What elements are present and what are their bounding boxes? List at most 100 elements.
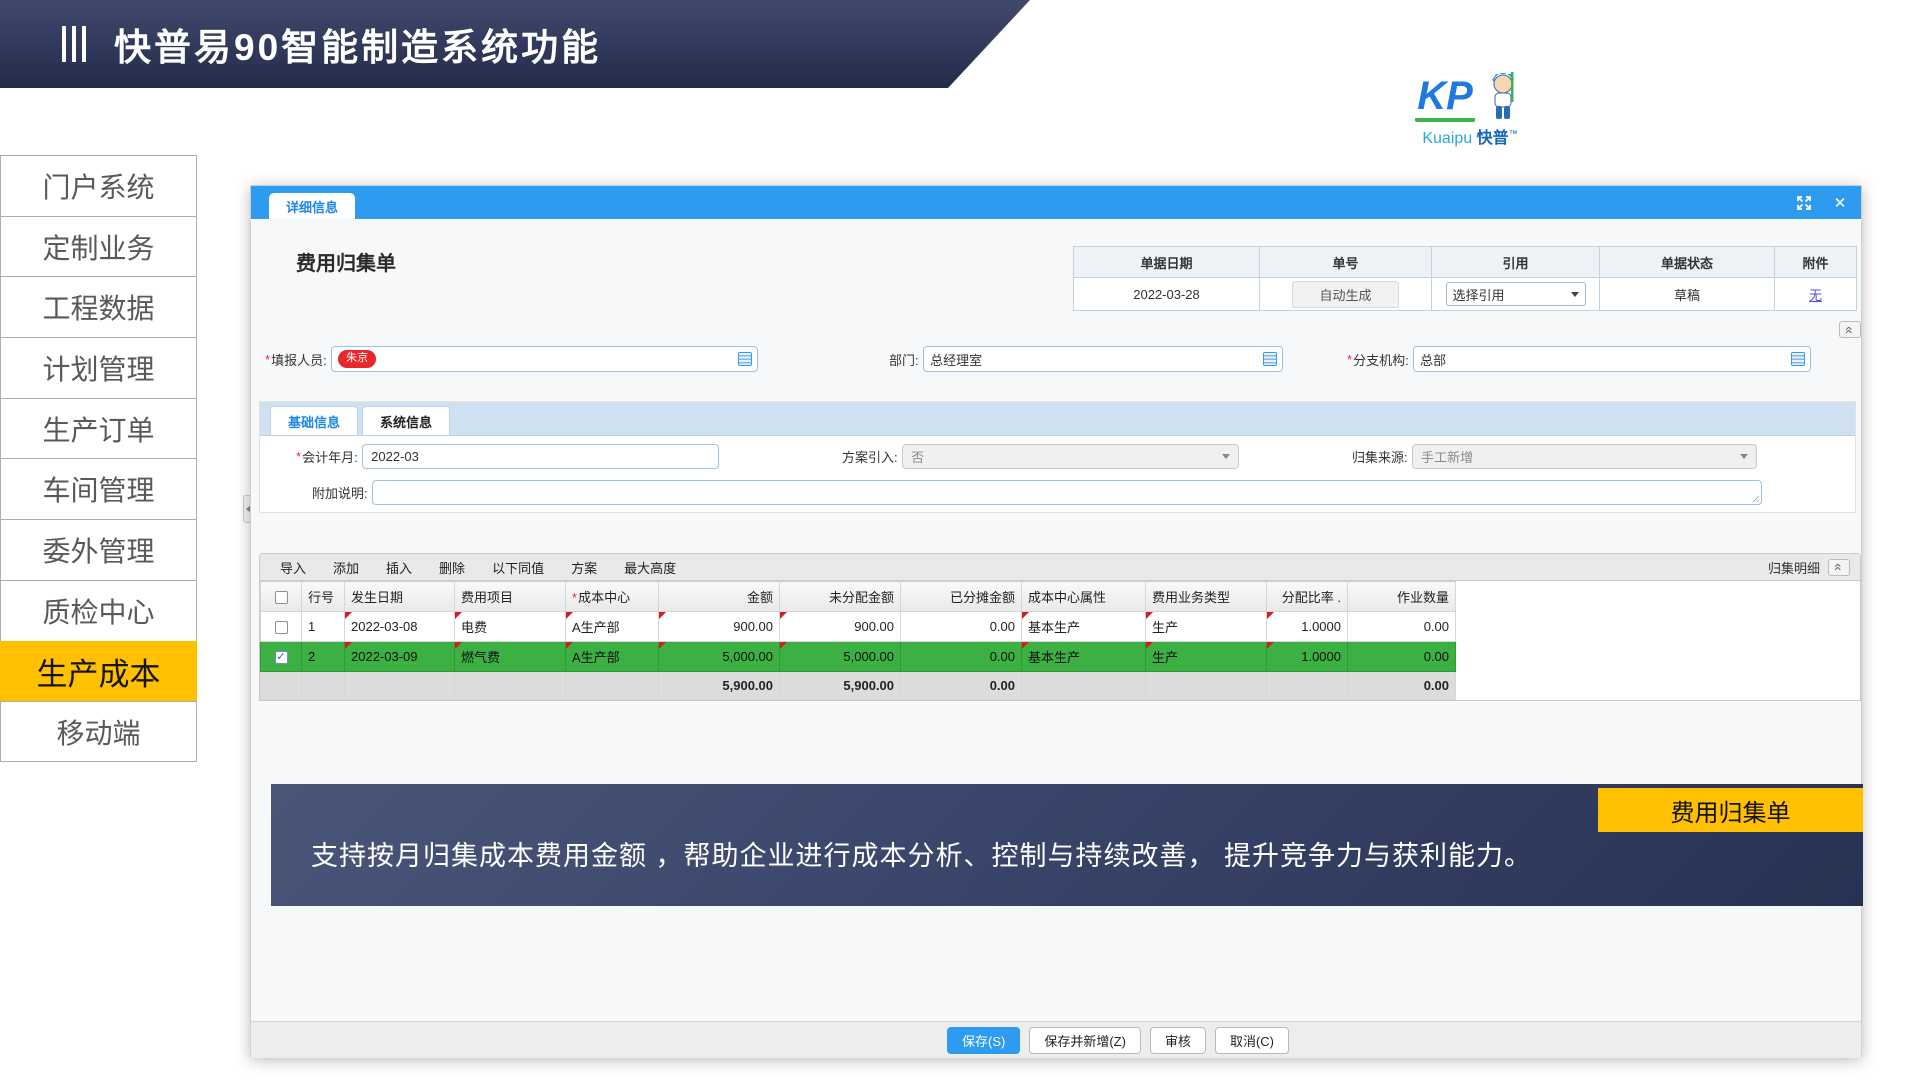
toolbar-add[interactable]: 添加	[333, 558, 359, 577]
header-collapse-button[interactable]	[1839, 321, 1861, 338]
plan-label: 方案引入:	[842, 447, 898, 466]
grid-row-1[interactable]: 1 2022-03-08 电费 A生产部 900.00 900.00 0.00 …	[261, 612, 1456, 642]
total-qty: 0.00	[1348, 672, 1456, 700]
grid-collapse-button[interactable]	[1828, 559, 1850, 576]
info-col-date: 单据日期	[1074, 247, 1260, 278]
reference-cell: 选择引用	[1432, 278, 1600, 311]
toolbar-plan[interactable]: 方案	[571, 558, 597, 577]
audit-button[interactable]: 审核	[1150, 1027, 1206, 1054]
grid-toolbar: 导入 添加 插入 删除 以下同值 方案 最大高度 归集明细	[260, 554, 1860, 581]
department-label: 部门:	[889, 350, 919, 369]
period-label: 会计年月:	[302, 447, 358, 466]
plan-field-group: 方案引入: 否	[842, 444, 1239, 469]
sidebar-item-mobile[interactable]: 移动端	[0, 701, 197, 762]
col-biz-type[interactable]: 费用业务类型	[1146, 582, 1267, 612]
department-browse-icon[interactable]	[1263, 352, 1277, 366]
mascot-icon	[1481, 70, 1525, 122]
sidebar-item-planning[interactable]: 计划管理	[0, 337, 197, 398]
tab-base-info[interactable]: 基础信息	[270, 406, 358, 435]
col-center-attr[interactable]: 成本中心属性	[1022, 582, 1146, 612]
total-allocated: 0.00	[901, 672, 1022, 700]
slide: 快普易90智能制造系统功能 KP Kuaipu 快普™ 门户系统 定制业务 工程…	[0, 0, 1920, 1080]
sidebar-item-quality[interactable]: 质检中心	[0, 580, 197, 641]
note-input[interactable]	[372, 480, 1762, 505]
period-field-group: * 会计年月: 2022-03	[296, 444, 719, 469]
source-field-group: 归集来源: 手工新增	[1352, 444, 1757, 469]
branch-label: 分支机构:	[1353, 350, 1409, 369]
sidebar-item-outsourcing[interactable]: 委外管理	[0, 519, 197, 580]
save-and-new-button[interactable]: 保存并新增(Z)	[1029, 1027, 1141, 1054]
caption-badge: 费用归集单	[1598, 788, 1863, 832]
sidebar-item-custom[interactable]: 定制业务	[0, 216, 197, 277]
row1-checkbox[interactable]	[275, 621, 288, 634]
total-amount: 5,900.00	[659, 672, 780, 700]
source-label: 归集来源:	[1352, 447, 1408, 466]
document-date[interactable]: 2022-03-28	[1074, 278, 1260, 311]
branch-field-group: * 分支机构: 总部	[1347, 346, 1811, 372]
reporter-browse-icon[interactable]	[738, 352, 752, 366]
toolbar-same-below[interactable]: 以下同值	[492, 558, 544, 577]
save-button[interactable]: 保存(S)	[947, 1027, 1020, 1054]
department-field-group: 部门: 总经理室	[889, 346, 1283, 372]
logo-monogram: KP	[1415, 76, 1475, 122]
plan-select[interactable]: 否	[902, 444, 1239, 469]
reference-select[interactable]: 选择引用	[1446, 282, 1586, 306]
dialog-content: 费用归集单 单据日期 单号 引用 单据状态 附件 2022-03-28 自动生成…	[251, 219, 1861, 1058]
reporter-input[interactable]: 朱京	[331, 346, 758, 372]
close-icon[interactable]	[1831, 194, 1849, 212]
toolbar-delete[interactable]: 删除	[439, 558, 465, 577]
base-info-panel: 基础信息 系统信息 * 会计年月: 2022-03 方案引入: 否 归集来源: …	[259, 401, 1856, 513]
note-label: 附加说明:	[312, 483, 368, 502]
page-title: 快普易90智能制造系统功能	[114, 17, 601, 71]
attachment-link[interactable]: 无	[1809, 288, 1822, 303]
reporter-label: 填报人员:	[271, 350, 327, 369]
department-input[interactable]: 总经理室	[923, 346, 1283, 372]
document-number: 自动生成	[1260, 278, 1432, 311]
kuaipu-logo: KP Kuaipu 快普™	[1390, 70, 1550, 148]
col-qty[interactable]: 作业数量	[1348, 582, 1456, 612]
branch-input[interactable]: 总部	[1413, 346, 1811, 372]
triple-bars-icon	[62, 26, 86, 62]
cancel-button[interactable]: 取消(C)	[1215, 1027, 1289, 1054]
col-expense-item[interactable]: 费用项目	[455, 582, 566, 612]
grid-panel-label: 归集明细	[1768, 558, 1820, 577]
document-status: 草稿	[1600, 278, 1775, 311]
info-col-status: 单据状态	[1600, 247, 1775, 278]
col-amount[interactable]: 金额	[659, 582, 780, 612]
info-col-attachment: 附件	[1775, 247, 1857, 278]
sidebar-item-production-cost[interactable]: 生产成本	[0, 641, 197, 702]
toolbar-max-height[interactable]: 最大高度	[624, 558, 676, 577]
info-col-reference: 引用	[1432, 247, 1600, 278]
sidebar-item-portal[interactable]: 门户系统	[0, 155, 197, 216]
detail-dialog: 详细信息 费用归集单 单据日期 单号	[250, 185, 1862, 1057]
total-unallocated: 5,900.00	[780, 672, 901, 700]
document-title: 费用归集单	[296, 247, 396, 276]
caption-text: 支持按月归集成本费用金额 ，帮助企业进行成本分析、控制与持续改善， 提升竞争力与…	[311, 834, 1532, 873]
sidebar-item-engineering[interactable]: 工程数据	[0, 276, 197, 337]
col-allocated[interactable]: 已分摊金额	[901, 582, 1022, 612]
col-cost-center[interactable]: *成本中心	[566, 582, 659, 612]
row2-checkbox[interactable]	[275, 651, 288, 664]
logo-wordmark: Kuaipu 快普™	[1390, 124, 1550, 148]
sidebar-item-workshop[interactable]: 车间管理	[0, 458, 197, 519]
col-unallocated[interactable]: 未分配金额	[780, 582, 901, 612]
sidebar-menu: 门户系统 定制业务 工程数据 计划管理 生产订单 车间管理 委外管理 质检中心 …	[0, 155, 197, 762]
source-select[interactable]: 手工新增	[1412, 444, 1757, 469]
document-info-table: 单据日期 单号 引用 单据状态 附件 2022-03-28 自动生成 选择引用 …	[1073, 246, 1857, 311]
tab-system-info[interactable]: 系统信息	[362, 406, 450, 435]
tab-detail-info[interactable]: 详细信息	[269, 193, 355, 219]
grid-row-2-selected[interactable]: 2 2022-03-09 燃气费 A生产部 5,000.00 5,000.00 …	[261, 642, 1456, 672]
period-input[interactable]: 2022-03	[362, 444, 719, 469]
branch-browse-icon[interactable]	[1791, 352, 1805, 366]
col-ratio[interactable]: 分配比率 .	[1267, 582, 1348, 612]
info-col-number: 单号	[1260, 247, 1432, 278]
maximize-icon[interactable]	[1795, 194, 1813, 212]
toolbar-import[interactable]: 导入	[280, 558, 306, 577]
select-all-checkbox[interactable]	[275, 591, 288, 604]
col-date[interactable]: 发生日期	[345, 582, 455, 612]
toolbar-insert[interactable]: 插入	[386, 558, 412, 577]
sidebar-item-production-order[interactable]: 生产订单	[0, 398, 197, 459]
col-row-no[interactable]: 行号	[302, 582, 345, 612]
dialog-button-bar: 保存(S) 保存并新增(Z) 审核 取消(C)	[251, 1021, 1861, 1058]
reporter-field-group: * 填报人员: 朱京	[265, 346, 758, 372]
